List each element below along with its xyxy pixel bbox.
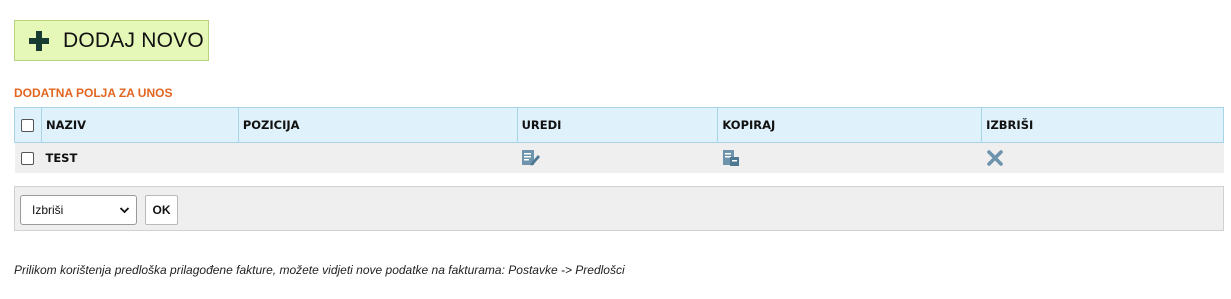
select-all-checkbox[interactable]	[21, 119, 34, 132]
column-header-kopiraj: KOPIRAJ	[717, 107, 983, 143]
row-edit-cell	[517, 142, 718, 173]
edit-icon[interactable]	[521, 149, 541, 167]
add-new-label: DODAJ NOVO	[63, 28, 204, 52]
column-header-naziv[interactable]: NAZIV	[40, 107, 239, 143]
bulk-action-select[interactable]: Izbriši	[20, 195, 137, 225]
section-title: DODATNA POLJA ZA UNOS	[14, 86, 173, 100]
row-copy-cell	[717, 142, 982, 173]
row-checkbox[interactable]	[20, 152, 34, 165]
row-select-cell	[14, 142, 42, 173]
fields-table: NAZIV POZICIJA UREDI KOPIRAJ IZBRIŠI TES…	[14, 107, 1224, 173]
chevron-down-icon	[119, 207, 130, 214]
delete-icon[interactable]	[986, 149, 1004, 167]
add-new-button[interactable]: DODAJ NOVO	[14, 20, 209, 61]
table-row: TEST	[14, 142, 1224, 173]
row-naziv: TEST	[41, 142, 239, 173]
column-header-izbrisi: IZBRIŠI	[981, 107, 1224, 143]
column-header-uredi: UREDI	[516, 107, 719, 143]
ok-button[interactable]: OK	[145, 195, 178, 225]
row-delete-cell	[981, 142, 1224, 173]
row-pozicija	[238, 142, 518, 173]
copy-icon[interactable]	[722, 149, 742, 167]
bulk-action-bar: Izbriši OK	[14, 186, 1224, 231]
select-all-cell	[14, 107, 42, 143]
table-header-row: NAZIV POZICIJA UREDI KOPIRAJ IZBRIŠI	[14, 107, 1224, 143]
plus-icon	[29, 30, 49, 51]
footnote: Prilikom korištenja predloška prilagođen…	[14, 263, 625, 277]
column-header-pozicija[interactable]: POZICIJA	[237, 107, 518, 143]
bulk-action-selected: Izbriši	[32, 203, 64, 217]
